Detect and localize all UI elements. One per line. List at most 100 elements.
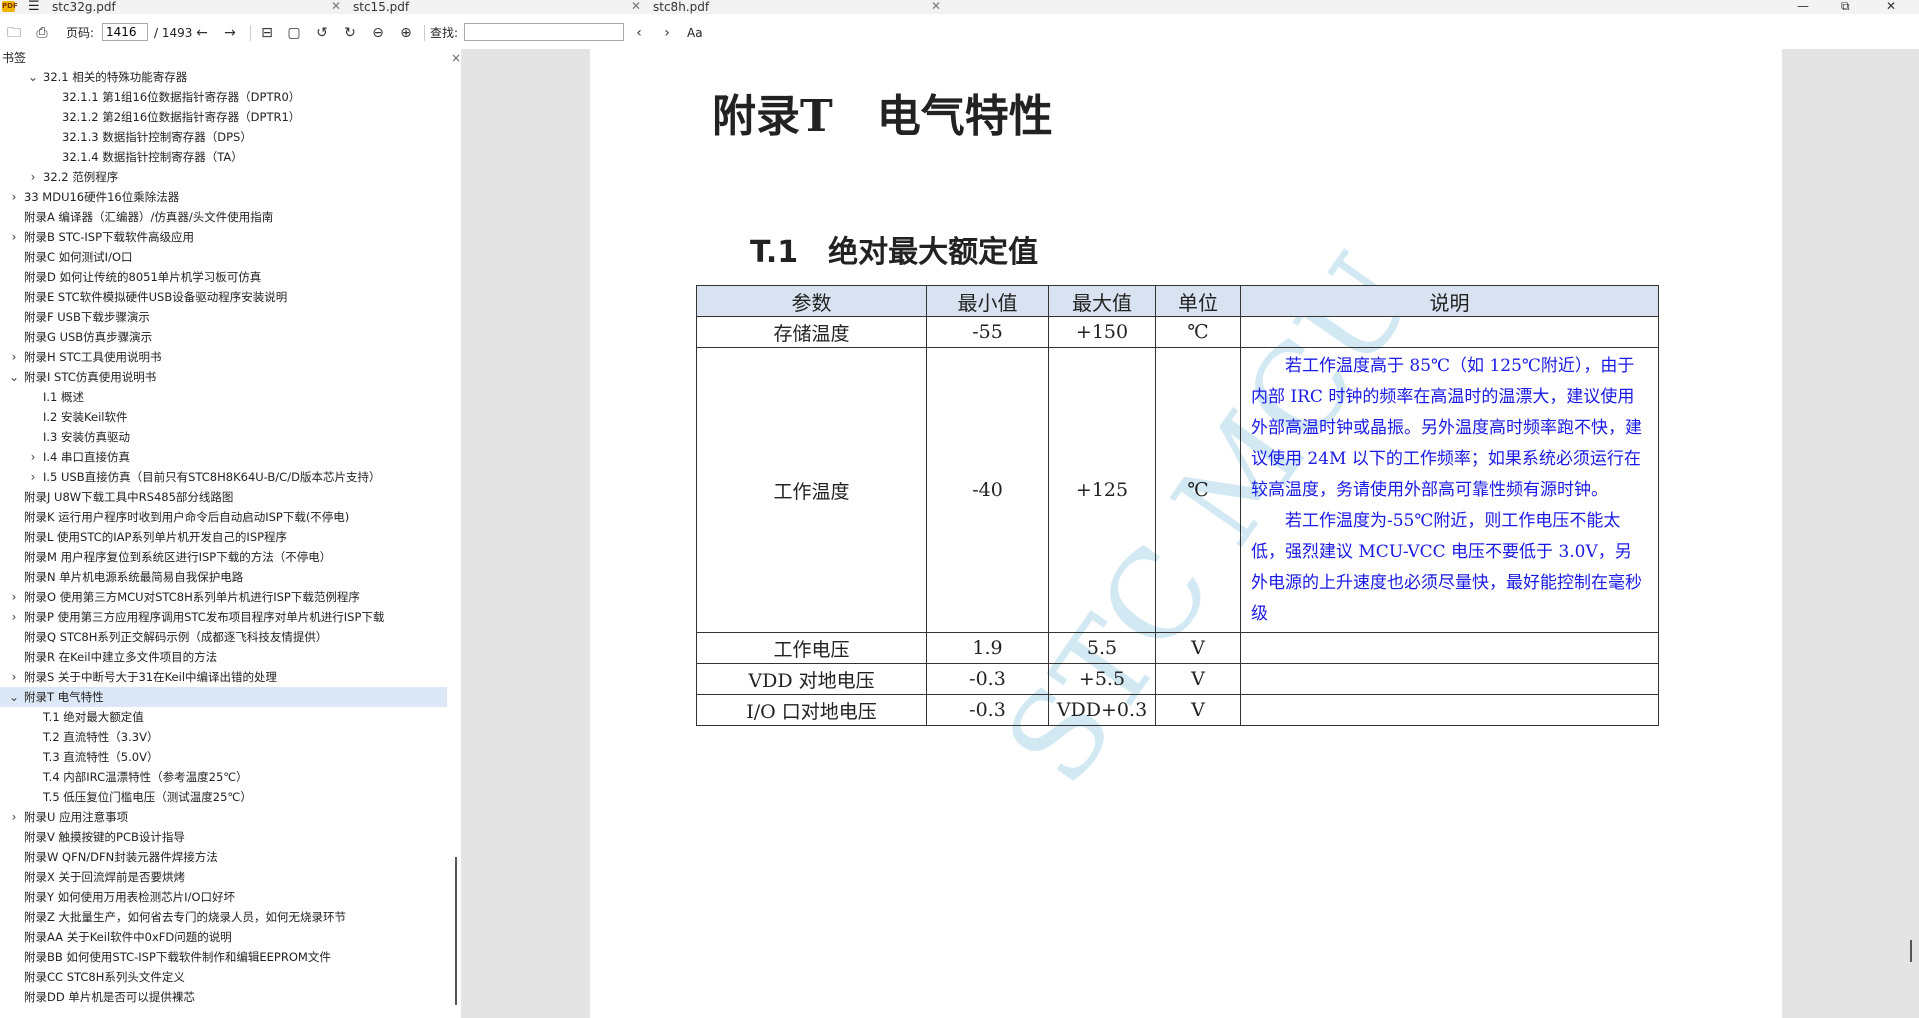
bookmark-item[interactable]: 32.1.4 数据指针控制寄存器（TA） (0, 147, 447, 167)
close-window-button[interactable]: ✕ (1886, 0, 1896, 12)
bookmark-item[interactable]: 附录N 单片机电源系统最简易自我保护电路 (0, 567, 447, 587)
bookmark-item[interactable]: 附录BB 如何使用STC-ISP下载软件制作和编辑EEPROM文件 (0, 947, 447, 967)
bookmark-item[interactable]: 附录M 用户程序复位到系统区进行ISP下载的方法（不停电） (0, 547, 447, 567)
print-icon[interactable]: ⎙ (33, 24, 51, 42)
bookmark-item[interactable]: 附录A 编译器（汇编器）/仿真器/头文件使用指南 (0, 207, 447, 227)
bookmark-item[interactable]: 附录V 触摸按键的PCB设计指导 (0, 827, 447, 847)
chevron-right-icon[interactable]: › (9, 227, 19, 247)
bookmark-item[interactable]: 附录Z 大批量生产，如何省去专门的烧录人员，如何无烧录环节 (0, 907, 447, 927)
zoom-in-icon[interactable]: ⊕ (397, 24, 415, 42)
chevron-down-icon[interactable]: ⌄ (28, 67, 38, 87)
bookmark-item[interactable]: 附录D 如何让传统的8051单片机学习板可仿真 (0, 267, 447, 287)
param-cell: 存储温度 (696, 316, 927, 348)
chevron-right-icon[interactable]: › (9, 587, 19, 607)
bookmark-item[interactable]: I.1 概述 (0, 387, 447, 407)
tab-stc8h[interactable]: stc8h.pdf (653, 0, 709, 14)
param-cell: 工作温度 (696, 347, 927, 633)
tab-stc15[interactable]: stc15.pdf (353, 0, 409, 14)
bookmark-item[interactable]: › 附录O 使用第三方MCU对STC8H系列单片机进行ISP下载范例程序 (0, 587, 447, 607)
min-cell: -0.3 (926, 694, 1049, 726)
bookmark-item[interactable]: 附录Q STC8H系列正交解码示例（成都逐飞科技友情提供） (0, 627, 447, 647)
bookmark-item[interactable]: T.4 内部IRC温漂特性（参考温度25℃） (0, 767, 447, 787)
bookmark-item[interactable]: › 附录B STC-ISP下载软件高级应用 (0, 227, 447, 247)
document-scrollbar[interactable] (1910, 940, 1912, 962)
bookmark-item[interactable]: 32.1.3 数据指针控制寄存器（DPS） (0, 127, 447, 147)
bookmark-item[interactable]: I.3 安装仿真驱动 (0, 427, 447, 447)
bookmark-item[interactable]: 附录L 使用STC的IAP系列单片机开发自己的ISP程序 (0, 527, 447, 547)
bookmark-item[interactable]: T.3 直流特性（5.0V） (0, 747, 447, 767)
bookmark-item[interactable]: › 33 MDU16硬件16位乘除法器 (0, 187, 447, 207)
bookmark-item[interactable]: › I.4 串口直接仿真 (0, 447, 447, 467)
bookmark-item[interactable]: T.1 绝对最大额定值 (0, 707, 447, 727)
sidebar-close-button[interactable]: × (451, 49, 461, 67)
bookmark-item[interactable]: 附录J U8W下载工具中RS485部分线路图 (0, 487, 447, 507)
chevron-right-icon[interactable]: › (9, 187, 19, 207)
column-header: 说明 (1240, 285, 1659, 317)
bookmark-item[interactable]: › I.5 USB直接仿真（目前只有STC8H8K64U-B/C/D版本芯片支持） (0, 467, 447, 487)
chevron-right-icon[interactable]: › (28, 167, 38, 187)
next-page-icon[interactable]: → (221, 24, 239, 42)
hamburger-menu-icon[interactable]: ☰ (28, 0, 40, 13)
tab-close-icon[interactable]: ✕ (331, 0, 341, 12)
sidebar-scrollbar[interactable] (455, 857, 457, 1005)
chevron-down-icon[interactable]: ⌄ (9, 367, 19, 387)
bookmark-item[interactable]: 附录C 如何测试I/O口 (0, 247, 447, 267)
bookmark-item[interactable]: 附录K 运行用户程序时收到用户命令后自动启动ISP下载(不停电) (0, 507, 447, 527)
bookmark-label: 附录BB 如何使用STC-ISP下载软件制作和编辑EEPROM文件 (24, 950, 331, 964)
param-cell: I/O 口对地电压 (696, 694, 927, 726)
bookmark-item[interactable]: › 附录H STC工具使用说明书 (0, 347, 447, 367)
bookmark-label: 32.1.4 数据指针控制寄存器（TA） (62, 150, 243, 164)
page-number-input[interactable] (102, 23, 148, 41)
fit-width-icon[interactable]: ⊟ (258, 24, 276, 42)
fit-page-icon[interactable]: ▢ (285, 24, 303, 42)
bookmark-item[interactable]: ⌄ 附录I STC仿真使用说明书 (0, 367, 447, 387)
bookmark-item[interactable]: 附录AA 关于Keil软件中0xFD问题的说明 (0, 927, 447, 947)
previous-page-icon[interactable]: ← (193, 24, 211, 42)
bookmark-item[interactable]: T.5 低压复位门槛电压（测试温度25℃） (0, 787, 447, 807)
search-input[interactable] (464, 23, 624, 41)
bookmark-item[interactable]: ⌄ 附录T 电气特性 (0, 687, 447, 707)
column-header: 单位 (1155, 285, 1241, 317)
bookmark-item[interactable]: 附录F USB下载步骤演示 (0, 307, 447, 327)
total-pages: / 1493 (154, 26, 193, 40)
param-cell: 工作电压 (696, 632, 927, 664)
rotate-left-icon[interactable]: ↺ (313, 24, 331, 42)
chevron-right-icon[interactable]: › (9, 807, 19, 827)
bookmark-item[interactable]: 附录CC STC8H系列头文件定义 (0, 967, 447, 987)
bookmark-item[interactable]: 32.1.2 第2组16位数据指针寄存器（DPTR1） (0, 107, 447, 127)
bookmark-label: 附录F USB下载步骤演示 (24, 310, 150, 324)
find-previous-icon[interactable]: ‹ (630, 24, 648, 42)
open-folder-icon[interactable]: 🗀 (5, 24, 23, 42)
bookmark-item[interactable]: I.2 安装Keil软件 (0, 407, 447, 427)
bookmark-item[interactable]: 32.1.1 第1组16位数据指针寄存器（DPTR0） (0, 87, 447, 107)
bookmark-item[interactable]: › 附录S 关于中断号大于31在Keil中编译出错的处理 (0, 667, 447, 687)
bookmark-item[interactable]: ⌄ 32.1 相关的特殊功能寄存器 (0, 67, 447, 87)
bookmark-item[interactable]: 附录X 关于回流焊前是否要烘烤 (0, 867, 447, 887)
bookmark-item[interactable]: 附录R 在Keil中建立多文件项目的方法 (0, 647, 447, 667)
maximize-button[interactable]: ⧉ (1841, 0, 1850, 12)
find-next-icon[interactable]: › (658, 24, 676, 42)
bookmark-item[interactable]: 附录Y 如何使用万用表检测芯片I/O口好坏 (0, 887, 447, 907)
bookmark-item[interactable]: › 32.2 范例程序 (0, 167, 447, 187)
bookmark-item[interactable]: T.2 直流特性（3.3V） (0, 727, 447, 747)
chevron-down-icon[interactable]: ⌄ (9, 687, 19, 707)
rotate-right-icon[interactable]: ↻ (341, 24, 359, 42)
tab-close-icon[interactable]: ✕ (631, 0, 641, 12)
chevron-right-icon[interactable]: › (9, 667, 19, 687)
bookmark-item[interactable]: 附录E STC软件模拟硬件USB设备驱动程序安装说明 (0, 287, 447, 307)
chevron-right-icon[interactable]: › (28, 447, 38, 467)
chevron-right-icon[interactable]: › (28, 467, 38, 487)
tab-close-icon[interactable]: ✕ (931, 0, 941, 12)
tab-stc32g[interactable]: stc32g.pdf (52, 0, 116, 14)
desc-cell: 若工作温度高于 85℃（如 125℃附近），由于内部 IRC 时钟的频率在高温时… (1240, 347, 1659, 633)
match-case-button[interactable]: Aa (687, 26, 703, 40)
bookmark-item[interactable]: 附录DD 单片机是否可以提供裸芯 (0, 987, 447, 1007)
bookmark-item[interactable]: › 附录P 使用第三方应用程序调用STC发布项目程序对单片机进行ISP下载 (0, 607, 447, 627)
bookmark-item[interactable]: 附录G USB仿真步骤演示 (0, 327, 447, 347)
chevron-right-icon[interactable]: › (9, 347, 19, 367)
bookmark-item[interactable]: 附录W QFN/DFN封装元器件焊接方法 (0, 847, 447, 867)
minimize-button[interactable]: — (1797, 0, 1809, 12)
bookmark-item[interactable]: › 附录U 应用注意事项 (0, 807, 447, 827)
chevron-right-icon[interactable]: › (9, 607, 19, 627)
zoom-out-icon[interactable]: ⊖ (369, 24, 387, 42)
